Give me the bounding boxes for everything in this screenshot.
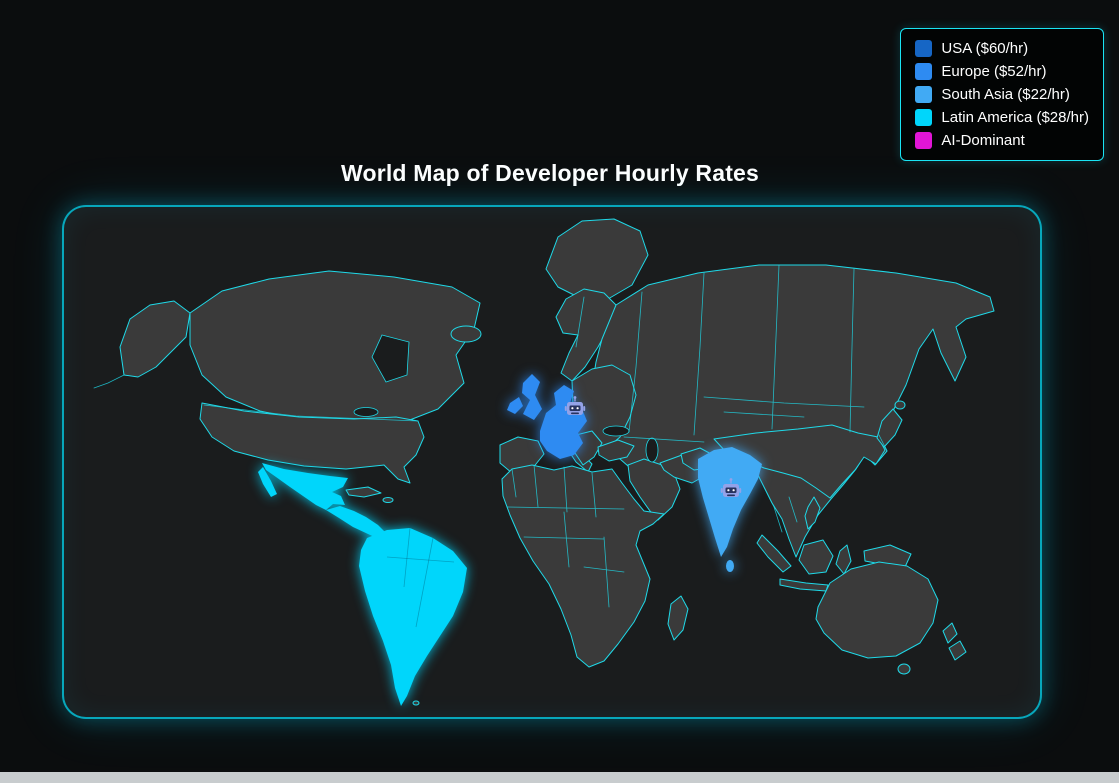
caspian-sea xyxy=(646,438,658,462)
landmass-canada xyxy=(190,271,480,427)
legend-item-latin-america[interactable]: Latin America ($28/hr) xyxy=(915,109,1089,126)
page: { "title": "World Map of Developer Hourl… xyxy=(0,0,1119,783)
black-sea xyxy=(603,426,629,436)
legend-label-europe: Europe ($52/hr) xyxy=(941,63,1046,80)
island-hokkaido xyxy=(895,401,905,409)
island-falklands xyxy=(413,701,419,705)
island-hispaniola xyxy=(383,498,393,503)
page-title: World Map of Developer Hourly Rates xyxy=(62,160,1038,187)
landmass-alaska xyxy=(120,301,190,377)
legend: USA ($60/hr) Europe ($52/hr) South Asia … xyxy=(900,28,1104,161)
continents-land xyxy=(120,219,994,705)
region-shape-south-america[interactable] xyxy=(359,528,467,706)
island-tasmania xyxy=(898,664,910,674)
island-sumatra xyxy=(757,535,791,572)
island-madagascar xyxy=(668,596,688,640)
island-cuba xyxy=(346,487,381,497)
legend-item-europe[interactable]: Europe ($52/hr) xyxy=(915,63,1089,80)
legend-item-usa[interactable]: USA ($60/hr) xyxy=(915,40,1089,57)
region-shape-sri-lanka[interactable] xyxy=(726,560,734,572)
legend-item-ai-dominant[interactable]: AI-Dominant xyxy=(915,132,1089,149)
legend-label-usa: USA ($60/hr) xyxy=(941,40,1028,57)
island-java xyxy=(780,579,828,591)
island-new-zealand-south xyxy=(949,641,966,660)
legend-label-latin-america: Latin America ($28/hr) xyxy=(941,109,1089,126)
island-borneo xyxy=(799,540,833,574)
region-shape-ireland[interactable] xyxy=(507,397,523,414)
legend-swatch-usa xyxy=(915,40,932,57)
region-shape-india[interactable] xyxy=(698,447,762,557)
island-sulawesi xyxy=(836,545,851,574)
legend-label-ai-dominant: AI-Dominant xyxy=(941,132,1024,149)
legend-swatch-ai-dominant xyxy=(915,132,932,149)
region-shape-mexico[interactable] xyxy=(262,463,348,510)
bottom-scrollbar[interactable] xyxy=(0,772,1119,783)
region-shape-uk[interactable] xyxy=(522,374,542,420)
region-latin-america[interactable] xyxy=(258,463,467,706)
world-map-panel xyxy=(62,205,1042,719)
legend-swatch-europe xyxy=(915,63,932,80)
island-iceland xyxy=(451,326,481,342)
landmass-australia xyxy=(816,562,938,658)
landmass-greenland xyxy=(546,219,648,299)
great-lakes xyxy=(354,408,378,417)
world-map-svg xyxy=(64,207,1040,717)
island-new-zealand-north xyxy=(943,623,957,643)
legend-swatch-south-asia xyxy=(915,86,932,103)
legend-label-south-asia: South Asia ($22/hr) xyxy=(941,86,1069,103)
legend-item-south-asia[interactable]: South Asia ($22/hr) xyxy=(915,86,1089,103)
region-south-asia[interactable] xyxy=(698,447,762,572)
legend-swatch-latin-america xyxy=(915,109,932,126)
border-line xyxy=(94,375,124,388)
